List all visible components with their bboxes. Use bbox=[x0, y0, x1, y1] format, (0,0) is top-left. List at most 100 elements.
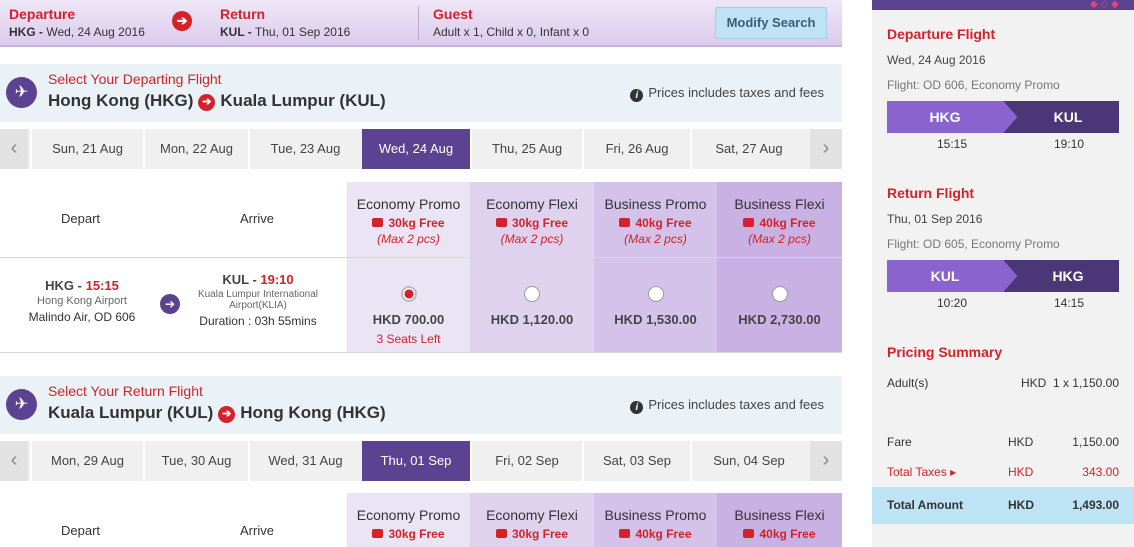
arrive-column-header: Arrive bbox=[240, 523, 274, 538]
baggage-icon bbox=[372, 529, 384, 538]
flight-duration: Duration : 03h 55mins bbox=[199, 314, 317, 328]
baggage-allowance: 40kg Free bbox=[635, 216, 692, 230]
fare-header-business-flexi: Business Flexi 40kg Free bbox=[717, 493, 842, 547]
date-tab-selected[interactable]: Wed, 24 Aug bbox=[362, 129, 470, 169]
departure-time: 15:15 bbox=[85, 278, 119, 293]
prev-dates-button[interactable]: ‹ bbox=[0, 441, 28, 481]
segment-arrive-time: 14:15 bbox=[1054, 296, 1085, 310]
fare-name: Economy Flexi bbox=[486, 196, 578, 212]
fare-radio[interactable] bbox=[524, 286, 540, 302]
date-tab[interactable]: Fri, 02 Sep bbox=[470, 441, 582, 481]
modify-search-button[interactable]: Modify Search bbox=[715, 7, 827, 39]
return-summary-title: Return bbox=[220, 6, 266, 22]
fare-amount: 1,150.00 bbox=[1072, 435, 1119, 449]
chevron-right-icon: › bbox=[822, 449, 830, 471]
adults-row: Adult(s) HKD 1 x 1,150.00 bbox=[887, 376, 1119, 392]
adults-label: Adult(s) bbox=[887, 376, 929, 390]
next-dates-button[interactable]: › bbox=[810, 129, 842, 169]
arrow-right-icon: ➔ bbox=[172, 11, 192, 31]
next-dates-button[interactable]: › bbox=[810, 441, 842, 481]
guest-summary: Guest Adult x 1, Child x 0, Infant x 0 bbox=[433, 6, 589, 39]
departing-section-header: ✈ Select Your Departing Flight Hong Kong… bbox=[0, 64, 842, 122]
date-tab[interactable]: Sat, 27 Aug bbox=[690, 129, 806, 169]
departing-route: Hong Kong (HKG) ➔ Kuala Lumpur (KUL) bbox=[48, 91, 386, 111]
segment-depart-time: 15:15 bbox=[937, 137, 968, 151]
baggage-icon bbox=[619, 218, 631, 227]
seats-left: 3 Seats Left bbox=[376, 332, 441, 346]
departing-date-strip: ‹ Sun, 21 Aug Mon, 22 Aug Tue, 23 Aug We… bbox=[0, 129, 842, 169]
chevron-right-icon: › bbox=[822, 137, 830, 159]
depart-column-header: Depart bbox=[61, 211, 101, 226]
fare-name: Business Flexi bbox=[734, 196, 825, 212]
plane-icon: ✈ bbox=[6, 389, 37, 420]
fare-header-economy-flexi: Economy Flexi 30kg Free (Max 2 pcs) bbox=[470, 182, 594, 258]
fare-name: Business Promo bbox=[604, 507, 707, 523]
fare-price: HKD 1,120.00 bbox=[490, 312, 574, 327]
fare-header-business-promo: Business Promo 40kg Free bbox=[594, 493, 717, 547]
departure-segment: KUL HKG bbox=[887, 101, 1119, 133]
total-label: Total Amount bbox=[887, 498, 963, 512]
departure-summary-date: Wed, 24 Aug 2016 bbox=[46, 25, 145, 39]
fare-radio-selected[interactable] bbox=[400, 286, 417, 302]
fare-radio[interactable] bbox=[771, 286, 788, 302]
return-summary-code: KUL - bbox=[220, 25, 252, 39]
date-tab[interactable]: Fri, 26 Aug bbox=[582, 129, 690, 169]
date-tab[interactable]: Thu, 25 Aug bbox=[470, 129, 582, 169]
booking-summary-panel: ◆ ◇ ◆ Departure Flight Wed, 24 Aug 2016 … bbox=[872, 0, 1134, 547]
info-icon: i bbox=[630, 89, 644, 102]
fare-option-economy-promo[interactable]: HKD 700.00 3 Seats Left bbox=[347, 258, 470, 352]
search-summary-bar: Departure HKG - Wed, 24 Aug 2016 ➔ Retur… bbox=[0, 0, 842, 47]
return-summary: Return KUL - Thu, 01 Sep 2016 bbox=[220, 6, 350, 39]
fare-option-business-promo[interactable]: HKD 1,530.00 bbox=[594, 258, 717, 352]
guest-summary-title: Guest bbox=[433, 6, 473, 22]
date-tab[interactable]: Mon, 29 Aug bbox=[30, 441, 143, 481]
taxes-amount: 343.00 bbox=[1082, 465, 1119, 479]
arrive-column-header: Arrive bbox=[240, 211, 274, 226]
fare-name: Economy Promo bbox=[356, 196, 461, 212]
return-select-label: Select Your Return Flight bbox=[48, 383, 203, 399]
taxes-row[interactable]: Total Taxes ▸ HKD 343.00 bbox=[887, 465, 1119, 481]
decoration-icon: ◆ ◇ ◆ bbox=[1090, 0, 1119, 10]
departure-summary-code: HKG - bbox=[9, 25, 43, 39]
departing-route-to: Kuala Lumpur (KUL) bbox=[220, 91, 386, 110]
departing-price-note-text: Prices includes taxes and fees bbox=[648, 85, 824, 100]
fare-currency: HKD bbox=[1008, 435, 1034, 449]
total-amount-row: Total Amount HKD 1,493.00 bbox=[872, 487, 1134, 524]
date-tab[interactable]: Sun, 21 Aug bbox=[30, 129, 143, 169]
return-date-strip: ‹ Mon, 29 Aug Tue, 30 Aug Wed, 31 Aug Th… bbox=[0, 441, 842, 481]
return-flight-title: Return Flight bbox=[887, 185, 975, 201]
fare-header-economy-promo: Economy Promo 30kg Free (Max 2 pcs) bbox=[347, 182, 470, 258]
baggage-icon bbox=[619, 529, 631, 538]
departure-code: HKG - bbox=[45, 278, 86, 293]
date-tab[interactable]: Sun, 04 Sep bbox=[690, 441, 806, 481]
fare-name: Business Flexi bbox=[734, 507, 825, 523]
fare-name: Economy Flexi bbox=[486, 507, 578, 523]
return-summary-date: Thu, 01 Sep 2016 bbox=[254, 25, 351, 39]
return-flight-date: Thu, 01 Sep 2016 bbox=[887, 212, 983, 226]
taxes-toggle[interactable]: Total Taxes ▸ bbox=[887, 465, 956, 479]
departing-route-from: Hong Kong (HKG) bbox=[48, 91, 194, 110]
departing-select-label: Select Your Departing Flight bbox=[48, 71, 222, 87]
date-tab[interactable]: Wed, 31 Aug bbox=[248, 441, 361, 481]
fare-option-economy-flexi[interactable]: HKD 1,120.00 bbox=[470, 258, 594, 352]
date-tab[interactable]: Tue, 23 Aug bbox=[248, 129, 361, 169]
departure-summary-title: Departure bbox=[9, 6, 76, 22]
baggage-allowance: 40kg Free bbox=[759, 216, 816, 230]
total-amount: 1,493.00 bbox=[1072, 498, 1119, 512]
date-tab[interactable]: Sat, 03 Sep bbox=[582, 441, 690, 481]
arrival-code: KUL - bbox=[222, 272, 261, 287]
arrival-time: 19:10 bbox=[260, 272, 294, 287]
fare-header-business-flexi: Business Flexi 40kg Free (Max 2 pcs) bbox=[717, 182, 842, 258]
baggage-allowance: 40kg Free bbox=[635, 527, 692, 541]
segment-to: KUL bbox=[1003, 101, 1119, 133]
arrival-info: KUL - 19:10 Kuala Lumpur International A… bbox=[190, 272, 326, 328]
date-tab-selected[interactable]: Thu, 01 Sep bbox=[362, 441, 470, 481]
fare-option-business-flexi[interactable]: HKD 2,730.00 bbox=[717, 258, 842, 352]
arrow-right-icon: ➔ bbox=[218, 406, 236, 423]
date-tab[interactable]: Tue, 30 Aug bbox=[143, 441, 248, 481]
return-route: Kuala Lumpur (KUL) ➔ Hong Kong (HKG) bbox=[48, 403, 386, 423]
fare-radio[interactable] bbox=[647, 286, 664, 302]
prev-dates-button[interactable]: ‹ bbox=[0, 129, 28, 169]
date-tab[interactable]: Mon, 22 Aug bbox=[143, 129, 248, 169]
segment-arrive-time: 19:10 bbox=[1054, 137, 1085, 151]
